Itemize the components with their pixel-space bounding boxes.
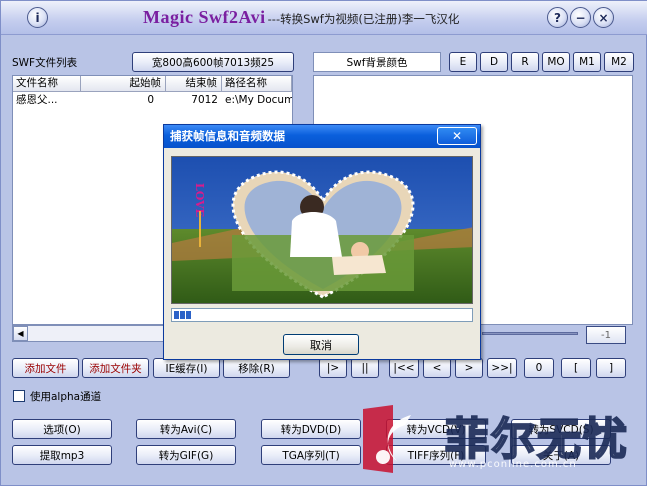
row-path: e:\My Documen: [225, 94, 292, 106]
cancel-button[interactable]: 取消: [283, 334, 359, 355]
progress-segment: [180, 311, 185, 319]
capture-progress-bar: [171, 308, 473, 322]
mark-out-button[interactable]: ]: [596, 358, 626, 378]
mode-e-button[interactable]: E: [449, 52, 477, 72]
tiff-sequence-button[interactable]: TIFF序列(F): [386, 445, 486, 465]
help-button[interactable]: ?: [547, 7, 568, 28]
add-folder-button[interactable]: 添加文件夹: [82, 358, 149, 378]
scroll-left-icon[interactable]: ◀: [13, 326, 28, 341]
app-title-brand: Magic Swf2Avi: [143, 7, 266, 27]
remove-button[interactable]: 移除(R): [223, 358, 290, 378]
tga-sequence-button[interactable]: TGA序列(T): [261, 445, 361, 465]
frame-preview-image: LOVE: [171, 156, 473, 304]
capture-progress-dialog: 捕获帧信息和音频数据 ✕ LOVE 取消: [163, 124, 481, 360]
mother-child-heart-image: LOVE: [172, 157, 472, 303]
extract-mp3-button[interactable]: 提取mp3: [12, 445, 112, 465]
prev-frame-button[interactable]: <: [423, 358, 451, 378]
column-header[interactable]: 文件名称: [13, 76, 81, 92]
convert-dvd-button[interactable]: 转为DVD(D): [261, 419, 361, 439]
watermark: 菲尔无忧 www.pconline.com.cn: [353, 399, 643, 483]
column-header[interactable]: 结束帧: [166, 76, 222, 92]
info-button[interactable]: i: [27, 7, 48, 28]
play-button[interactable]: |>: [319, 358, 347, 378]
watermark-logo-icon: [363, 405, 411, 473]
row-filename: 感恩父...: [16, 94, 58, 106]
mode-r-button[interactable]: R: [511, 52, 539, 72]
list-header: 文件名称 起始帧 结束帧 路径名称: [13, 76, 292, 92]
next-frame-button[interactable]: >: [455, 358, 483, 378]
table-row[interactable]: 感恩父... 0 7012 e:\My Documen: [13, 93, 292, 108]
about-button[interactable]: 关于(A): [511, 445, 611, 465]
add-file-button[interactable]: 添加文件: [12, 358, 79, 378]
frame-zero-button[interactable]: 0: [524, 358, 554, 378]
dialog-title: 捕获帧信息和音频数据: [164, 125, 480, 148]
mode-d-button[interactable]: D: [480, 52, 508, 72]
row-end-frame: 7012: [191, 94, 218, 106]
row-start-frame: 0: [147, 94, 154, 106]
options-button[interactable]: 选项(O): [12, 419, 112, 439]
progress-fill: [174, 311, 191, 319]
dialog-close-icon[interactable]: ✕: [437, 127, 477, 145]
bg-color-label[interactable]: Swf背景颜色: [313, 52, 441, 72]
column-header[interactable]: 路径名称: [222, 76, 292, 92]
swf-info-button[interactable]: 宽800高600帧7013频25: [132, 52, 294, 72]
convert-avi-button[interactable]: 转为Avi(C): [136, 419, 236, 439]
mode-m0-button[interactable]: MO: [542, 52, 570, 72]
convert-svcd-button[interactable]: 转为SVCD(S): [511, 419, 611, 439]
app-title-suffix: ---转换Swf为视频(已注册)李一飞汉化: [267, 12, 460, 26]
ie-cache-button[interactable]: IE缓存(I): [153, 358, 220, 378]
frame-slider-track[interactable]: [482, 332, 578, 335]
close-button[interactable]: ×: [593, 7, 614, 28]
mode-m2-button[interactable]: M2: [604, 52, 634, 72]
minimize-button[interactable]: −: [570, 7, 591, 28]
app-title: Magic Swf2Avi ---转换Swf为视频(已注册)李一飞汉化: [143, 7, 459, 29]
last-frame-button[interactable]: >>|: [487, 358, 517, 378]
alpha-checkbox[interactable]: [13, 390, 25, 402]
first-frame-button[interactable]: |<<: [389, 358, 419, 378]
alpha-checkbox-label: 使用alpha通道: [30, 391, 102, 403]
mark-in-button[interactable]: [: [561, 358, 591, 378]
progress-segment: [186, 311, 191, 319]
column-header[interactable]: 起始帧: [81, 76, 166, 92]
progress-segment: [174, 311, 179, 319]
swf-list-label: SWF文件列表: [12, 57, 78, 69]
frame-slider-value[interactable]: -1: [586, 326, 626, 344]
convert-gif-button[interactable]: 转为GIF(G): [136, 445, 236, 465]
pause-button[interactable]: ||: [351, 358, 379, 378]
convert-vcd-button[interactable]: 转为VCD(V): [386, 419, 486, 439]
mode-m1-button[interactable]: M1: [573, 52, 601, 72]
